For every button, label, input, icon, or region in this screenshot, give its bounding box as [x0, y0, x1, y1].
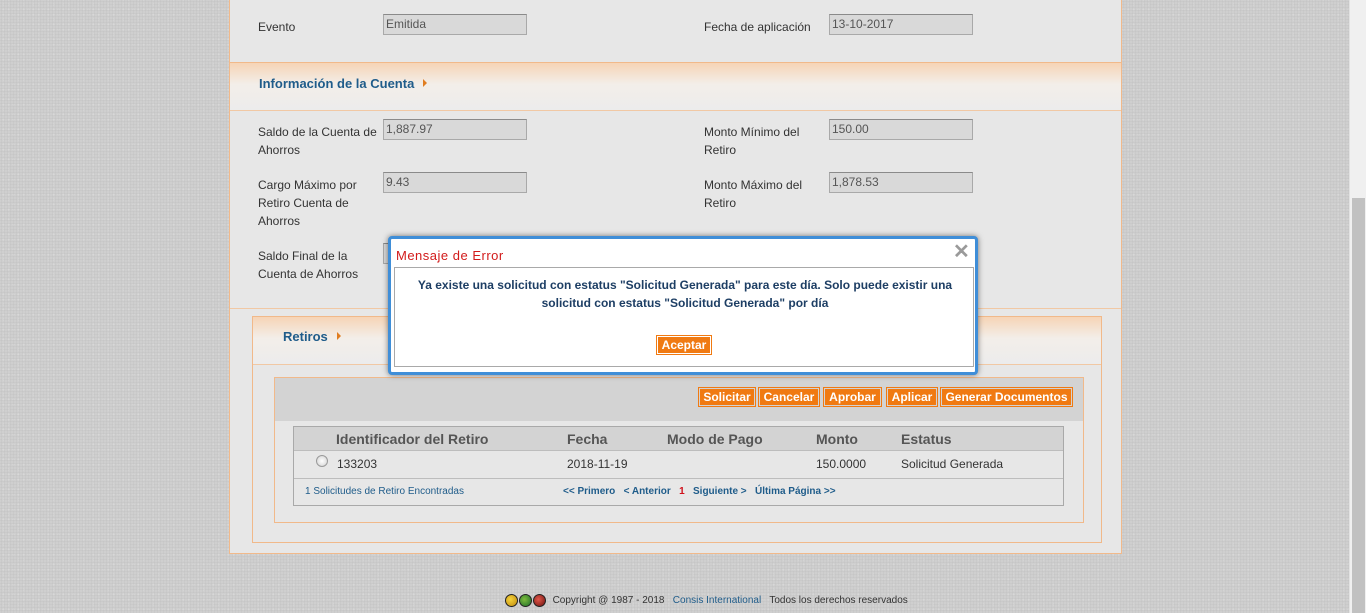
cell-fecha: 2018-11-19	[567, 457, 628, 471]
cuenta-title-text: Información de la Cuenta	[259, 76, 415, 91]
cell-id: 133203	[337, 457, 378, 471]
column-header-fecha[interactable]: Fecha	[567, 431, 607, 447]
copyright-text: Copyright @ 1987 - 2018	[552, 595, 665, 607]
retiros-toolbar: Solicitar Cancelar Aprobar Aplicar Gener…	[275, 378, 1083, 421]
table-divider	[294, 478, 1063, 479]
pager-first-link[interactable]: << Primero	[563, 486, 615, 497]
generar-documentos-button[interactable]: Generar Documentos	[940, 387, 1073, 407]
monto-maximo-label: Monto Máximo del Retiro	[704, 176, 802, 212]
cuenta-section-header[interactable]: Información de la Cuenta	[230, 62, 1121, 111]
table-header: Identificador del Retiro Fecha Modo de P…	[294, 427, 1063, 451]
monto-maximo-field[interactable]: 1,878.53	[829, 172, 973, 193]
pager-prev-link[interactable]: < Anterior	[624, 486, 671, 497]
cargo-maximo-label-line: Retiro Cuenta de	[258, 196, 349, 210]
row-select-radio[interactable]	[316, 455, 328, 467]
retiros-table: Identificador del Retiro Fecha Modo de P…	[293, 426, 1064, 506]
expand-arrow-icon	[336, 332, 341, 340]
cell-estatus: Solicitud Generada	[901, 457, 1004, 471]
close-icon[interactable]: ✕	[953, 242, 970, 262]
pager-next-link[interactable]: Siguiente >	[693, 486, 747, 497]
column-header-monto[interactable]: Monto	[816, 431, 858, 447]
saldo-cuenta-label: Saldo de la Cuenta de Ahorros	[258, 123, 377, 159]
footer: Copyright @ 1987 - 2018 Consis Internati…	[505, 594, 908, 610]
evento-field[interactable]: Emitida	[383, 14, 527, 35]
cuenta-section-title: Información de la Cuenta	[259, 76, 428, 91]
retiros-grid-container: Solicitar Cancelar Aprobar Aplicar Gener…	[274, 377, 1084, 523]
chrome-logo-icon	[519, 594, 532, 607]
pager-last-link[interactable]: Última Página >>	[755, 486, 836, 497]
error-dialog-body: Ya existe una solicitud con estatus "Sol…	[394, 267, 974, 367]
saldo-cuenta-label-line: Saldo de la Cuenta de	[258, 125, 377, 139]
firefox-logo-icon	[533, 594, 546, 607]
error-message: Ya existe una solicitud con estatus "Sol…	[405, 276, 965, 312]
vertical-scrollbar[interactable]	[1349, 0, 1366, 613]
saldo-final-label-line: Cuenta de Ahorros	[258, 267, 359, 281]
pager: << Primero < Anterior 1 Siguiente > Últi…	[563, 486, 836, 497]
monto-maximo-label-line: Retiro	[704, 196, 737, 210]
cargo-maximo-label-line: Cargo Máximo por	[258, 178, 357, 192]
cancelar-button[interactable]: Cancelar	[758, 387, 820, 407]
results-count: 1 Solicitudes de Retiro Encontradas	[305, 486, 464, 497]
monto-minimo-label-line: Monto Mínimo del	[704, 125, 800, 139]
rights-text: Todos los derechos reservados	[769, 595, 908, 607]
error-dialog: Mensaje de Error ✕ Ya existe una solicit…	[388, 236, 978, 375]
monto-minimo-label-line: Retiro	[704, 143, 737, 157]
cargo-maximo-label: Cargo Máximo por Retiro Cuenta de Ahorro…	[258, 176, 357, 230]
error-message-line: solicitud con estatus "Solicitud Generad…	[541, 296, 829, 310]
retiros-section-title: Retiros	[283, 329, 341, 344]
evento-label: Evento	[258, 20, 296, 34]
pager-current-page: 1	[679, 486, 685, 497]
column-header-id[interactable]: Identificador del Retiro	[336, 431, 488, 447]
expand-arrow-icon	[423, 79, 428, 87]
monto-minimo-label: Monto Mínimo del Retiro	[704, 123, 799, 159]
error-message-line: Ya existe una solicitud con estatus "Sol…	[417, 278, 953, 292]
cell-monto: 150.0000	[816, 457, 867, 471]
error-dialog-title: Mensaje de Error	[396, 248, 504, 263]
cargo-maximo-label-line: Ahorros	[258, 214, 301, 228]
solicitar-button[interactable]: Solicitar	[698, 387, 756, 407]
saldo-cuenta-field[interactable]: 1,887.97	[383, 119, 527, 140]
saldo-final-label: Saldo Final de la Cuenta de Ahorros	[258, 247, 358, 283]
aplicar-button[interactable]: Aplicar	[886, 387, 938, 407]
monto-maximo-label-line: Monto Máximo del	[704, 178, 803, 192]
column-header-modo[interactable]: Modo de Pago	[667, 431, 763, 447]
cargo-maximo-field[interactable]: 9.43	[383, 172, 527, 193]
monto-minimo-field[interactable]: 150.00	[829, 119, 973, 140]
saldo-cuenta-label-line: Ahorros	[258, 143, 301, 157]
fecha-aplicacion-field[interactable]: 13-10-2017	[829, 14, 973, 35]
saldo-final-label-line: Saldo Final de la	[258, 249, 348, 263]
retiros-title-text: Retiros	[283, 329, 328, 344]
scrollbar-thumb[interactable]	[1352, 198, 1365, 613]
fecha-aplicacion-label: Fecha de aplicación	[704, 20, 811, 34]
company-link[interactable]: Consis International	[673, 595, 761, 606]
footer-logos	[505, 594, 547, 607]
aprobar-button[interactable]: Aprobar	[823, 387, 882, 407]
column-header-estatus[interactable]: Estatus	[901, 431, 952, 447]
aceptar-button[interactable]: Aceptar	[656, 335, 712, 355]
ie-logo-icon	[505, 594, 518, 607]
